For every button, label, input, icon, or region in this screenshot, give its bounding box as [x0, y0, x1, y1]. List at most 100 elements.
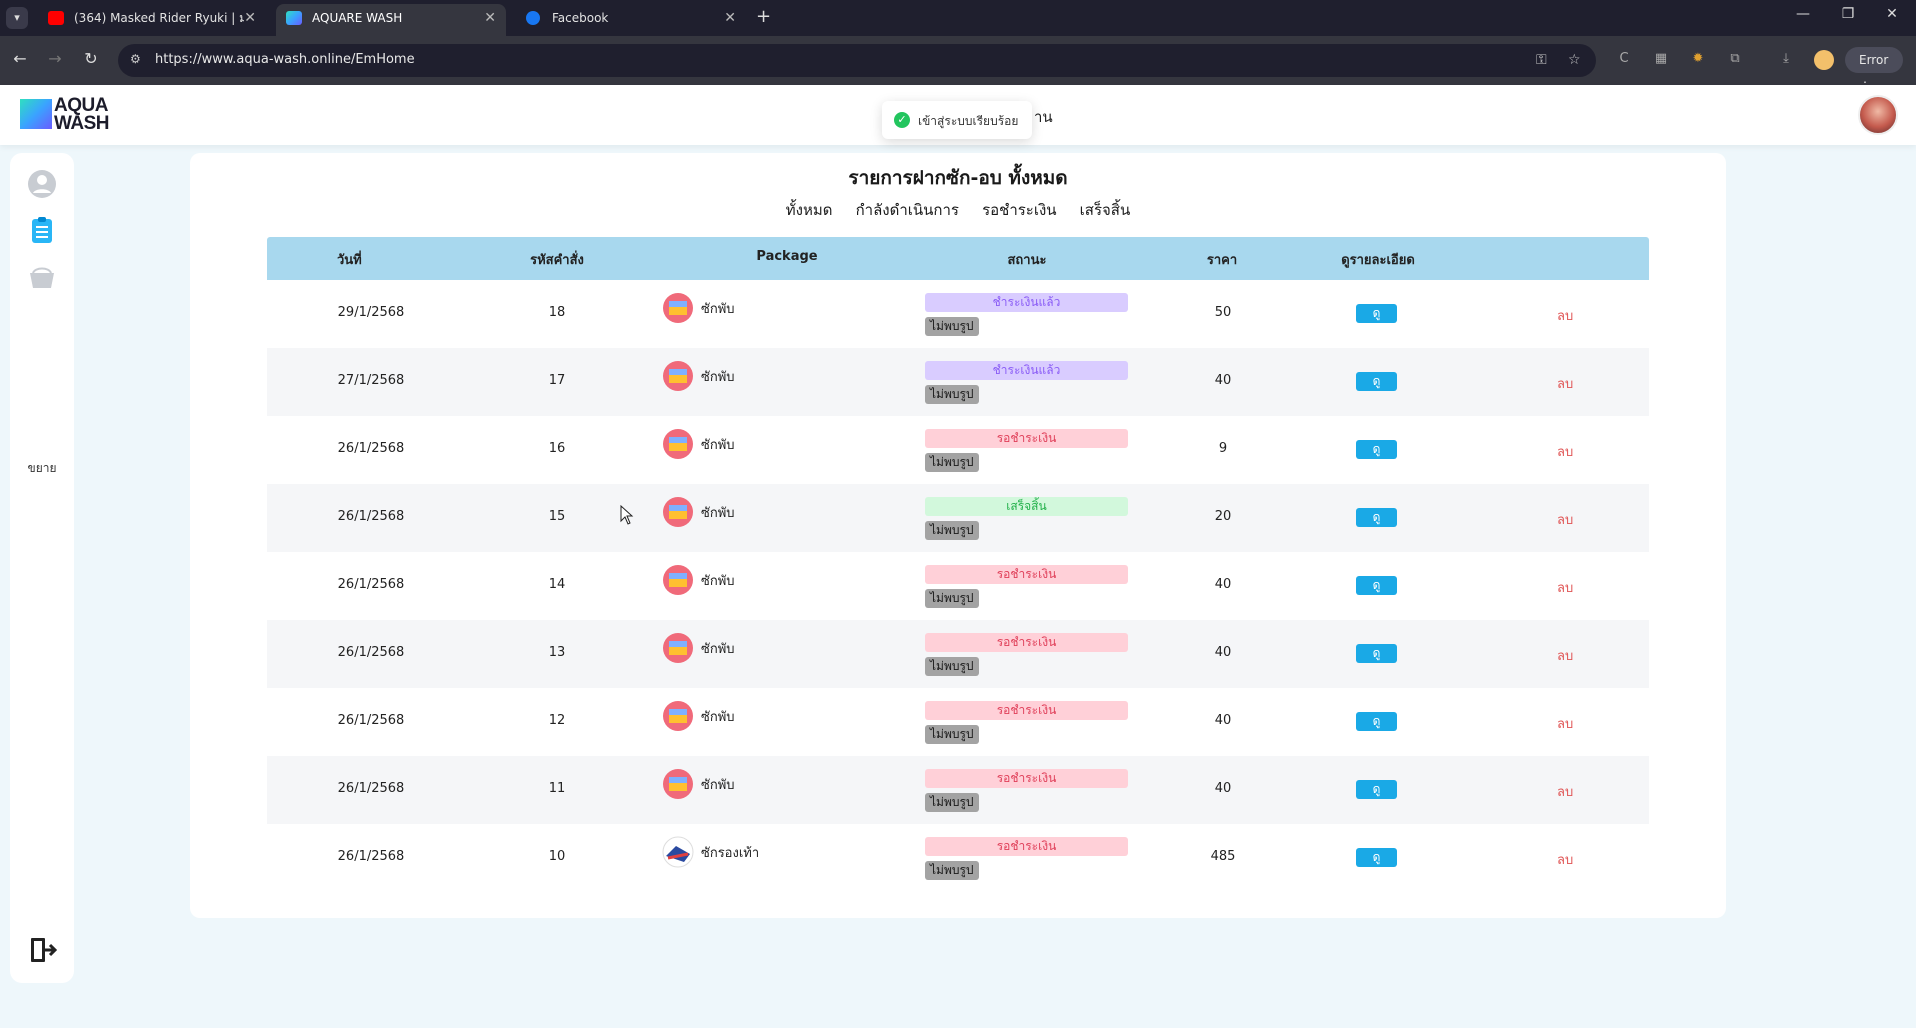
tab-title: AQUARE WASH: [312, 11, 403, 25]
package-name: ซักพับ: [701, 574, 735, 589]
bookmark-star-icon[interactable]: ☆: [1568, 52, 1581, 68]
close-window-icon[interactable]: ✕: [1882, 6, 1902, 22]
url-text[interactable]: https://www.aqua-wash.online/EmHome: [155, 52, 415, 67]
new-tab-button[interactable]: +: [756, 6, 771, 27]
restore-icon[interactable]: ❐: [1838, 6, 1858, 22]
forward-icon[interactable]: →: [44, 49, 66, 68]
delete-button[interactable]: ลบ: [1557, 645, 1573, 666]
order-price: 40: [1214, 645, 1232, 660]
filter-all[interactable]: ทั้งหมด: [786, 198, 833, 222]
view-details-button[interactable]: ดู: [1356, 304, 1397, 323]
view-details-button[interactable]: ดู: [1356, 440, 1397, 459]
fold-wash-icon: [662, 360, 694, 392]
order-id: 16: [548, 441, 566, 456]
table-row[interactable]: 26/1/2568 10 ซักรองเท้า รอชำระเงิน ไม่พบรูป 4…: [267, 824, 1649, 892]
browser-toolbar: ← → ↻ ⚙ https://www.aqua-wash.online/EmH…: [0, 36, 1916, 93]
view-details-button[interactable]: ดู: [1356, 576, 1397, 595]
table-row[interactable]: 26/1/2568 16 ซักพับ รอชำระเงิน ไม่พบรูป 9 ดู ลบ: [267, 416, 1649, 484]
tab-title: Facebook: [552, 11, 609, 25]
order-price: 20: [1214, 509, 1232, 524]
aqua-wash-logo[interactable]: AQUA WASH: [20, 96, 120, 133]
filter-completed[interactable]: เสร็จสิ้น: [1080, 198, 1131, 222]
minimize-icon[interactable]: —: [1793, 6, 1813, 22]
order-price: 40: [1214, 781, 1232, 796]
close-tab-icon[interactable]: ✕: [484, 4, 496, 32]
back-icon[interactable]: ←: [9, 49, 31, 68]
order-date: 26/1/2568: [337, 849, 405, 864]
fold-wash-icon: [662, 632, 694, 664]
filter-in-progress[interactable]: กำลังดำเนินการ: [856, 198, 959, 222]
status-badge: รอชำระเงิน: [925, 701, 1128, 720]
address-bar[interactable]: ⚙ https://www.aqua-wash.online/EmHome ⚿ …: [118, 44, 1596, 77]
order-price: 40: [1214, 577, 1232, 592]
browser-profile-avatar[interactable]: [1814, 50, 1834, 70]
view-details-button[interactable]: ดู: [1356, 712, 1397, 731]
password-key-icon[interactable]: ⚿: [1536, 52, 1547, 68]
column-date: วันที่: [337, 253, 362, 268]
delete-button[interactable]: ลบ: [1557, 441, 1573, 462]
clipboard-list-icon[interactable]: [27, 215, 57, 245]
delete-button[interactable]: ลบ: [1557, 577, 1573, 598]
extension-grid-icon[interactable]: ▦: [1652, 51, 1670, 69]
view-details-button[interactable]: ดู: [1356, 644, 1397, 663]
reload-icon[interactable]: ↻: [80, 49, 102, 68]
order-date: 29/1/2568: [337, 305, 405, 320]
status-badge: รอชำระเงิน: [925, 837, 1128, 856]
download-icon[interactable]: ⤓: [1777, 51, 1795, 69]
table-row[interactable]: 29/1/2568 18 ซักพับ ชำระเงินแล้ว ไม่พบรูป 50 ด…: [267, 280, 1649, 348]
sidebar-item-label[interactable]: ขยาย: [10, 459, 74, 478]
package-name: ซักพับ: [701, 302, 735, 317]
view-details-button[interactable]: ดู: [1356, 848, 1397, 867]
view-details-button[interactable]: ดู: [1356, 508, 1397, 527]
photo-status-badge: ไม่พบรูป: [925, 793, 979, 812]
status-badge: รอชำระเงิน: [925, 565, 1128, 584]
basket-icon[interactable]: [27, 261, 57, 291]
browser-error-button[interactable]: Error ⋮: [1845, 47, 1903, 93]
order-id: 15: [548, 509, 566, 524]
page-title: รายการฝากซัก-อบ ทั้งหมด: [848, 167, 1068, 189]
orders-table-body: 29/1/2568 18 ซักพับ ชำระเงินแล้ว ไม่พบรูป 50 ด…: [267, 280, 1649, 896]
error-label: Error: [1859, 53, 1889, 67]
view-details-button[interactable]: ดู: [1356, 372, 1397, 391]
close-tab-icon[interactable]: ✕: [724, 4, 736, 32]
extension-c-icon[interactable]: C: [1615, 51, 1633, 69]
delete-button[interactable]: ลบ: [1557, 781, 1573, 802]
user-avatar[interactable]: [1858, 95, 1898, 135]
browser-tab-facebook[interactable]: Facebook ✕: [516, 4, 746, 36]
order-date: 27/1/2568: [337, 373, 405, 388]
user-icon[interactable]: [27, 169, 57, 199]
delete-button[interactable]: ลบ: [1557, 373, 1573, 394]
delete-button[interactable]: ลบ: [1557, 305, 1573, 326]
delete-button[interactable]: ลบ: [1557, 509, 1573, 530]
mouse-cursor-icon: [620, 505, 634, 525]
extensions-puzzle-icon[interactable]: ⧉: [1726, 51, 1744, 69]
browser-tab-youtube[interactable]: (364) Masked Rider Ryuki | มาสค์ ✕: [38, 4, 266, 36]
order-date: 26/1/2568: [337, 781, 405, 796]
column-price: ราคา: [1206, 253, 1238, 268]
site-settings-icon[interactable]: ⚙: [130, 52, 146, 68]
column-details: ดูรายละเอียด: [1341, 253, 1415, 268]
table-row[interactable]: 26/1/2568 15 ซักพับ เสร็จสิ้น ไม่พบรูป 20 ดู ลบ: [267, 484, 1649, 552]
order-date: 26/1/2568: [337, 713, 405, 728]
table-row[interactable]: 26/1/2568 12 ซักพับ รอชำระเงิน ไม่พบรูป 40 ดู ล…: [267, 688, 1649, 756]
delete-button[interactable]: ลบ: [1557, 713, 1573, 734]
browser-tab-bar: ▾ (364) Masked Rider Ryuki | มาสค์ ✕ AQU…: [0, 0, 1916, 36]
browser-tab-aquare-wash[interactable]: AQUARE WASH ✕: [276, 4, 506, 36]
package-name: ซักพับ: [701, 778, 735, 793]
sidebar: ขยาย: [10, 153, 74, 983]
delete-button[interactable]: ลบ: [1557, 849, 1573, 870]
order-date: 26/1/2568: [337, 509, 405, 524]
filter-awaiting-payment[interactable]: รอชำระเงิน: [982, 198, 1057, 222]
photo-status-badge: ไม่พบรูป: [925, 589, 979, 608]
table-header: วันที่ รหัสคำสั่ง Package สถานะ ราคา ดูร…: [267, 237, 1649, 280]
table-row[interactable]: 26/1/2568 13 ซักพับ รอชำระเงิน ไม่พบรูป 40 ดู ล…: [267, 620, 1649, 688]
status-badge: รอชำระเงิน: [925, 429, 1128, 448]
view-details-button[interactable]: ดู: [1356, 780, 1397, 799]
table-row[interactable]: 27/1/2568 17 ซักพับ ชำระเงินแล้ว ไม่พบรูป 40 ด…: [267, 348, 1649, 416]
table-row[interactable]: 26/1/2568 14 ซักพับ รอชำระเงิน ไม่พบรูป 40 ดู ล…: [267, 552, 1649, 620]
logout-icon[interactable]: [27, 935, 58, 965]
table-row[interactable]: 26/1/2568 11 ซักพับ รอชำระเงิน ไม่พบรูป 40 ดู ล…: [267, 756, 1649, 824]
extension-bug-icon[interactable]: ✹: [1689, 51, 1707, 69]
tab-search-chevron-icon[interactable]: ▾: [6, 7, 28, 29]
close-tab-icon[interactable]: ✕: [244, 4, 256, 32]
